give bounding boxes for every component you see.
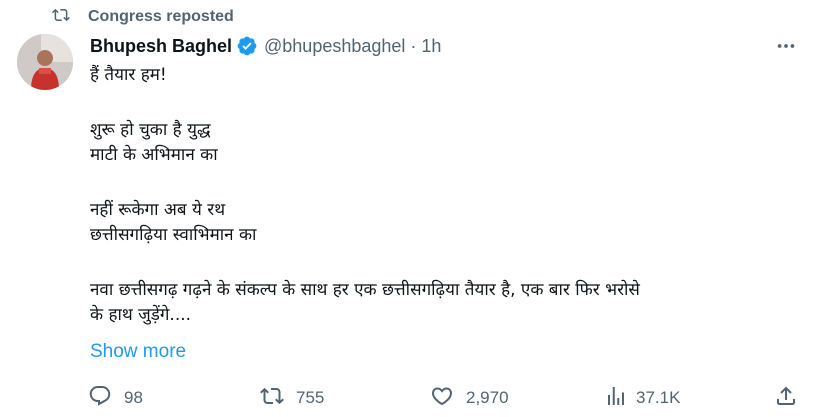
repost-icon bbox=[52, 6, 70, 28]
tweet-line: शुरू हो चुका है युद्ध bbox=[90, 120, 211, 140]
tweet-line: माटी के अभिमान का bbox=[90, 145, 218, 165]
tweet-line: नवा छत्तीसगढ़ गढ़ने के संकल्प के साथ हर … bbox=[90, 280, 640, 300]
tweet-line: छत्तीसगढ़िया स्वाभिमान का bbox=[90, 225, 257, 245]
author-handle[interactable]: @bhupeshbaghel bbox=[264, 36, 405, 57]
tweet-line: हैं तैयार हम! bbox=[90, 65, 167, 85]
heart-icon bbox=[430, 384, 454, 413]
tweet-body: हैं तैयार हम! शुरू हो चुका है युद्ध माटी… bbox=[90, 63, 800, 328]
like-count: 2,970 bbox=[466, 388, 509, 407]
more-options-button[interactable] bbox=[770, 36, 802, 60]
views-button[interactable]: 37.1K bbox=[604, 384, 680, 412]
action-bar: 98 755 2,970 37.1K bbox=[88, 384, 800, 412]
view-count: 37.1K bbox=[636, 388, 681, 407]
tweet-line: के हाथ जुड़ेंगे.... bbox=[90, 305, 192, 325]
tweet-header: Bhupesh Baghel @bhupeshbaghel · 1h bbox=[90, 35, 441, 57]
repost-icon bbox=[260, 384, 284, 413]
repost-count: 755 bbox=[296, 388, 325, 407]
share-icon bbox=[774, 384, 798, 413]
repost-label: Congress reposted bbox=[88, 8, 234, 25]
show-more-link[interactable]: Show more bbox=[90, 341, 186, 363]
tweet-timestamp[interactable]: 1h bbox=[421, 36, 441, 57]
analytics-bar-icon bbox=[604, 384, 628, 413]
share-button[interactable] bbox=[774, 384, 798, 412]
like-button[interactable]: 2,970 bbox=[430, 384, 509, 412]
repost-button[interactable]: 755 bbox=[260, 384, 324, 412]
reply-count: 98 bbox=[124, 388, 143, 407]
avatar[interactable] bbox=[17, 34, 73, 90]
verified-badge-icon[interactable] bbox=[236, 35, 258, 57]
header-separator: · bbox=[410, 35, 417, 56]
reply-icon bbox=[88, 384, 112, 413]
reply-button[interactable]: 98 bbox=[88, 384, 143, 412]
repost-indicator[interactable]: Congress reposted bbox=[52, 6, 234, 28]
more-dots-icon bbox=[775, 35, 797, 61]
tweet-line: नहीं रूकेगा अब ये रथ bbox=[90, 200, 226, 220]
author-name[interactable]: Bhupesh Baghel bbox=[90, 36, 232, 57]
